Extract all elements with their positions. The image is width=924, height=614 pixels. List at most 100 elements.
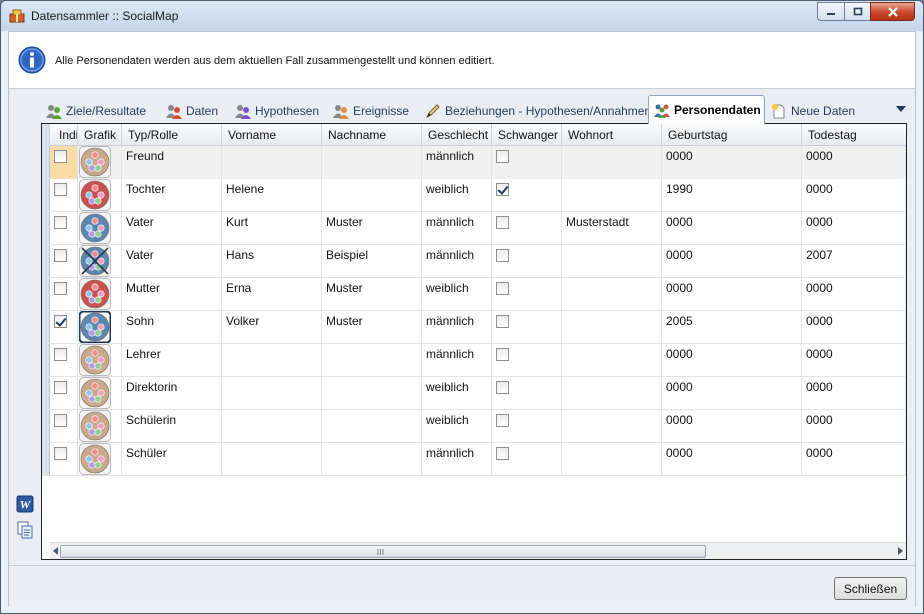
cell-birth[interactable]: 2005 — [662, 311, 802, 344]
cell-graphic[interactable] — [78, 146, 122, 179]
cell-pregnant[interactable] — [492, 212, 562, 245]
cell-death[interactable]: 0000 — [802, 311, 906, 344]
cell-last[interactable] — [322, 410, 422, 443]
table-row[interactable]: Tochter Helene weiblich 1990 0000 — [42, 179, 906, 212]
tab-ereignisse[interactable]: Ereignisse — [333, 99, 409, 123]
cell-birth[interactable]: 0000 — [662, 212, 802, 245]
cell-role[interactable]: Mutter — [122, 278, 222, 311]
cell-ind[interactable] — [50, 146, 78, 179]
cell-ind[interactable] — [50, 212, 78, 245]
table-row[interactable]: Vater Kurt Muster männlich Musterstadt 0000 00… — [42, 212, 906, 245]
maximize-button[interactable] — [844, 2, 870, 21]
cell-first[interactable] — [222, 443, 322, 476]
cell-gender[interactable]: männlich — [422, 311, 492, 344]
cell-ind[interactable] — [50, 278, 78, 311]
cell-birth[interactable]: 0000 — [662, 278, 802, 311]
tab-daten[interactable]: Daten — [166, 99, 218, 123]
cell-gender[interactable]: weiblich — [422, 410, 492, 443]
person-graphic-icon[interactable] — [79, 146, 111, 178]
cell-death[interactable]: 2007 — [802, 245, 906, 278]
cell-death[interactable]: 0000 — [802, 179, 906, 212]
close-window-button[interactable] — [870, 2, 915, 21]
person-graphic-icon[interactable] — [79, 245, 111, 277]
person-graphic-icon[interactable] — [79, 179, 111, 211]
cell-graphic[interactable] — [78, 245, 122, 278]
person-graphic-icon[interactable] — [79, 377, 111, 409]
cell-last[interactable]: Muster — [322, 212, 422, 245]
tab-beziehungen[interactable]: Beziehungen - Hypothesen/Annahmen — [425, 99, 651, 123]
cell-place[interactable] — [562, 278, 662, 311]
cell-birth[interactable]: 0000 — [662, 410, 802, 443]
cell-ind[interactable] — [50, 377, 78, 410]
cell-graphic[interactable] — [78, 278, 122, 311]
cell-graphic[interactable] — [78, 179, 122, 212]
cell-last[interactable]: Muster — [322, 311, 422, 344]
table-row[interactable]: Schüler männlich 0000 0000 — [42, 443, 906, 476]
cell-gender[interactable]: männlich — [422, 245, 492, 278]
cell-birth[interactable]: 0000 — [662, 146, 802, 179]
table-row[interactable]: Schülerin weiblich 0000 0000 — [42, 410, 906, 443]
cell-death[interactable]: 0000 — [802, 146, 906, 179]
cell-place[interactable] — [562, 377, 662, 410]
header-geschlecht[interactable]: Geschlecht — [422, 124, 492, 146]
cell-ind[interactable] — [50, 179, 78, 212]
cell-first[interactable] — [222, 344, 322, 377]
pregnant-checkbox[interactable] — [496, 183, 509, 196]
cell-role[interactable]: Schüler — [122, 443, 222, 476]
cell-pregnant[interactable] — [492, 179, 562, 212]
person-graphic-icon[interactable] — [79, 311, 111, 343]
scroll-right-arrow-icon[interactable] — [898, 547, 903, 555]
table-row[interactable]: Freund männlich 0000 0000 — [42, 146, 906, 179]
scrollbar-thumb[interactable] — [60, 545, 706, 558]
cell-death[interactable]: 0000 — [802, 377, 906, 410]
individual-checkbox[interactable] — [54, 414, 67, 427]
header-geburtstag[interactable]: Geburtstag — [662, 124, 802, 146]
table-row[interactable]: Sohn Volker Muster männlich 2005 0000 — [42, 311, 906, 344]
cell-graphic[interactable] — [78, 311, 122, 344]
cell-gender[interactable]: weiblich — [422, 377, 492, 410]
pregnant-checkbox[interactable] — [496, 447, 509, 460]
cell-graphic[interactable] — [78, 443, 122, 476]
tab-overflow-chevron-down-icon[interactable] — [895, 104, 907, 114]
word-export-icon[interactable]: W — [16, 495, 34, 513]
cell-last[interactable]: Muster — [322, 278, 422, 311]
scroll-left-arrow-icon[interactable] — [53, 547, 58, 555]
cell-first[interactable]: Kurt — [222, 212, 322, 245]
individual-checkbox[interactable] — [54, 315, 67, 328]
cell-gender[interactable]: männlich — [422, 212, 492, 245]
cell-first[interactable]: Hans — [222, 245, 322, 278]
cell-gender[interactable]: weiblich — [422, 179, 492, 212]
cell-last[interactable] — [322, 179, 422, 212]
tab-hypothesen[interactable]: Hypothesen — [235, 99, 319, 123]
schliessen-button[interactable]: Schließen — [834, 577, 907, 600]
cell-first[interactable] — [222, 410, 322, 443]
tab-neue-daten[interactable]: Neue Daten — [771, 99, 855, 123]
cell-place[interactable] — [562, 179, 662, 212]
individual-checkbox[interactable] — [54, 216, 67, 229]
cell-graphic[interactable] — [78, 410, 122, 443]
cell-pregnant[interactable] — [492, 443, 562, 476]
cell-pregnant[interactable] — [492, 278, 562, 311]
cell-first[interactable] — [222, 377, 322, 410]
table-row[interactable]: Vater Hans Beispiel männlich 0000 2007 — [42, 245, 906, 278]
cell-first[interactable]: Erna — [222, 278, 322, 311]
cell-place[interactable] — [562, 344, 662, 377]
cell-birth[interactable]: 0000 — [662, 344, 802, 377]
individual-checkbox[interactable] — [54, 381, 67, 394]
cell-place[interactable] — [562, 410, 662, 443]
individual-checkbox[interactable] — [54, 282, 67, 295]
cell-place[interactable]: Musterstadt — [562, 212, 662, 245]
cell-last[interactable] — [322, 344, 422, 377]
cell-gender[interactable]: männlich — [422, 146, 492, 179]
cell-graphic[interactable] — [78, 377, 122, 410]
cell-death[interactable]: 0000 — [802, 410, 906, 443]
individual-checkbox[interactable] — [54, 183, 67, 196]
tab-personendaten[interactable]: Personendaten — [648, 95, 765, 124]
horizontal-scrollbar[interactable] — [50, 542, 906, 559]
person-graphic-icon[interactable] — [79, 344, 111, 376]
pregnant-checkbox[interactable] — [496, 348, 509, 361]
cell-pregnant[interactable] — [492, 410, 562, 443]
cell-ind[interactable] — [50, 443, 78, 476]
minimize-button[interactable] — [817, 2, 844, 21]
table-row[interactable]: Lehrer männlich 0000 0000 — [42, 344, 906, 377]
